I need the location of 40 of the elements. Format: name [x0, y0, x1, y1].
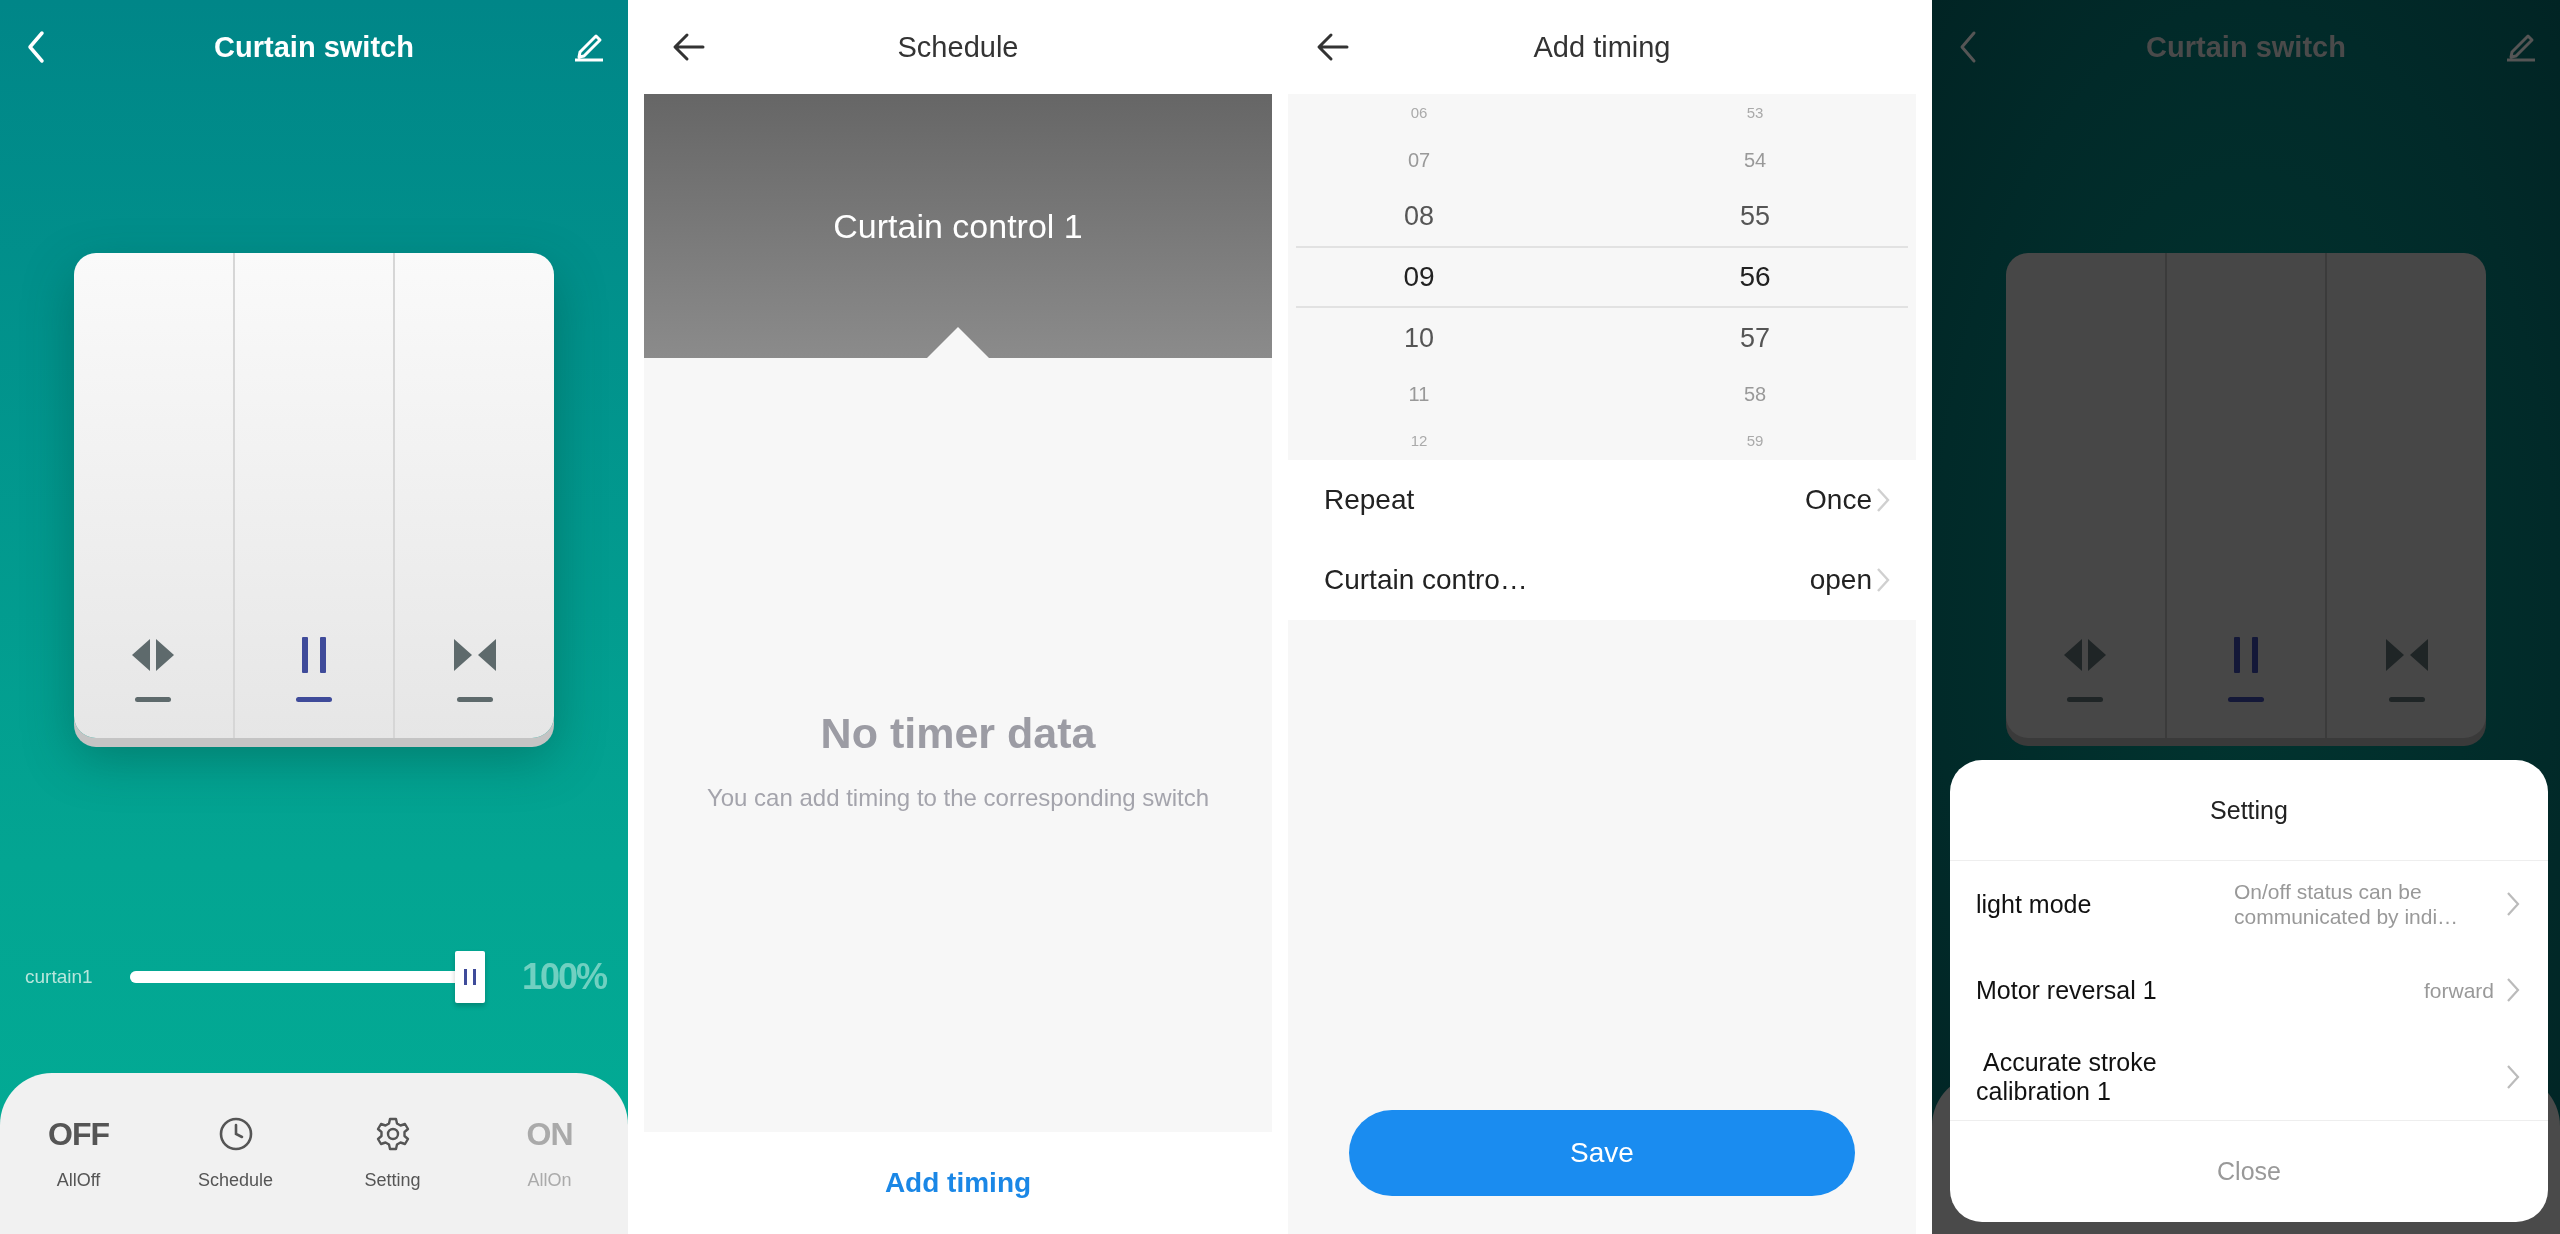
screen-title: Curtain switch: [214, 30, 414, 64]
chevron-icon: [2506, 977, 2520, 1004]
minute-option[interactable]: 57: [1602, 308, 1908, 368]
setting-row[interactable]: light mode On/off status can be communicated by indi…: [1950, 861, 2548, 948]
time-picker[interactable]: 06 53 07 54 08 55 09 56 10 57 11 58 12 59: [1288, 94, 1916, 460]
empty-message: You can add timing to the corresponding switch: [706, 783, 1210, 812]
hour-option[interactable]: 10: [1296, 308, 1602, 368]
empty-title: No timer data: [820, 708, 1096, 758]
chevron-icon: [2506, 1063, 2520, 1090]
setting-row[interactable]: Motor reversal 1 forward: [1950, 947, 2548, 1034]
position-reading: 100%: [521, 956, 606, 998]
bottom-bar-item[interactable]: Schedule: [157, 1116, 314, 1191]
bottom-bar-item[interactable]: Setting: [314, 1116, 471, 1191]
chevron-icon: [2506, 891, 2520, 918]
save-button[interactable]: Save: [1349, 1110, 1855, 1196]
hour-option[interactable]: 09: [1296, 246, 1602, 308]
minute-option[interactable]: 56: [1602, 246, 1908, 308]
back-arrow-icon[interactable]: [1316, 32, 1350, 62]
back-arrow-icon[interactable]: [672, 32, 706, 62]
back-icon[interactable]: [26, 30, 46, 64]
hour-option[interactable]: 08: [1296, 186, 1602, 246]
screen-title: Curtain switch: [2146, 30, 2346, 64]
minute-option[interactable]: 55: [1602, 186, 1908, 246]
channel-title: Curtain control 1: [833, 206, 1083, 246]
setting-row[interactable]: Accurate stroke calibration 1: [1950, 1033, 2548, 1120]
settings-icon: [374, 1116, 411, 1152]
add-timing-link[interactable]: Add timing: [884, 1167, 1032, 1199]
chevron-icon: [1876, 567, 1890, 593]
slider-label: curtain1: [25, 966, 94, 988]
screen-title: Schedule: [897, 30, 1019, 64]
option-row[interactable]: Repeat Once: [1288, 460, 1916, 540]
sheet-title: Setting: [1950, 760, 2548, 861]
bottom-bar-item[interactable]: OFF AllOff: [0, 1116, 157, 1191]
slider-thumb[interactable]: [455, 951, 485, 1003]
position-slider[interactable]: [130, 951, 485, 1003]
screen-title: Add timing: [1533, 30, 1671, 64]
back-icon[interactable]: [1958, 30, 1978, 64]
option-row[interactable]: Curtain contro… open: [1288, 540, 1916, 620]
chevron-icon: [1876, 487, 1890, 513]
clock-icon: [217, 1116, 254, 1152]
